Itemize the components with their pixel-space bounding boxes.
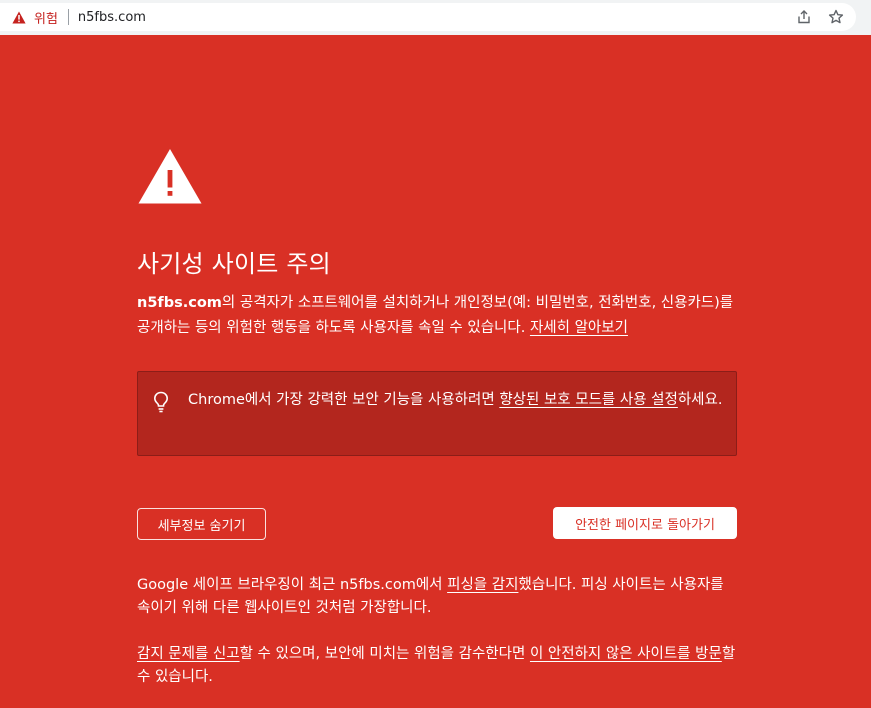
omnibox-actions — [794, 7, 846, 27]
details-paragraph-2: 감지 문제를 신고할 수 있으며, 보안에 미치는 위험을 감수한다면 이 안전… — [137, 643, 737, 689]
share-icon[interactable] — [794, 7, 814, 27]
page-title: 사기성 사이트 주의 — [137, 250, 331, 278]
url-text[interactable]: n5fbs.com — [78, 10, 146, 25]
warning-description: n5fbs.com의 공격자가 소프트웨어를 설치하거나 개인정보(예: 비밀번… — [137, 291, 737, 341]
enable-enhanced-protection-link[interactable]: 향상된 보호 모드를 사용 설정 — [499, 392, 678, 408]
visit-unsafe-site-link[interactable]: 이 안전하지 않은 사이트를 방문 — [530, 646, 722, 662]
details-text: 할 수 있으며, 보안에 미치는 위험을 감수한다면 — [239, 646, 530, 662]
details-paragraph-1: Google 세이프 브라우징이 최근 n5fbs.com에서 피싱을 감지했습… — [137, 574, 737, 620]
enhanced-text-after: 하세요. — [677, 392, 723, 408]
description-text: 의 공격자가 소프트웨어를 설치하거나 개인정보(예: 비밀번호, 전화번호, … — [137, 295, 734, 336]
warning-icon[interactable] — [12, 10, 26, 24]
report-detection-problem-link[interactable]: 감지 문제를 신고 — [137, 646, 240, 662]
enhanced-protection-text: Chrome에서 가장 강력한 보안 기능을 사용하려면 향상된 보호 모드를 … — [188, 389, 728, 412]
learn-more-link[interactable]: 자세히 알아보기 — [530, 320, 628, 336]
lightbulb-icon — [153, 391, 169, 413]
bookmark-star-icon[interactable] — [826, 7, 846, 27]
enhanced-protection-banner: Chrome에서 가장 강력한 보안 기능을 사용하려면 향상된 보호 모드를 … — [137, 371, 737, 456]
large-warning-icon — [137, 147, 203, 205]
omnibox-separator — [67, 9, 69, 25]
back-to-safety-button[interactable]: 안전한 페이지로 돌아가기 — [553, 507, 737, 539]
site-name: n5fbs.com — [137, 295, 222, 311]
security-status-label[interactable]: 위험 — [34, 8, 58, 27]
enhanced-text-before: Chrome에서 가장 강력한 보안 기능을 사용하려면 — [188, 392, 500, 408]
phishing-detected-link[interactable]: 피싱을 감지 — [447, 577, 518, 593]
hide-details-button[interactable]: 세부정보 숨기기 — [137, 508, 266, 540]
browser-toolbar: 위험 n5fbs.com — [0, 0, 871, 35]
details-text: Google 세이프 브라우징이 최근 n5fbs.com에서 — [137, 577, 448, 593]
omnibox[interactable]: 위험 n5fbs.com — [0, 3, 856, 31]
